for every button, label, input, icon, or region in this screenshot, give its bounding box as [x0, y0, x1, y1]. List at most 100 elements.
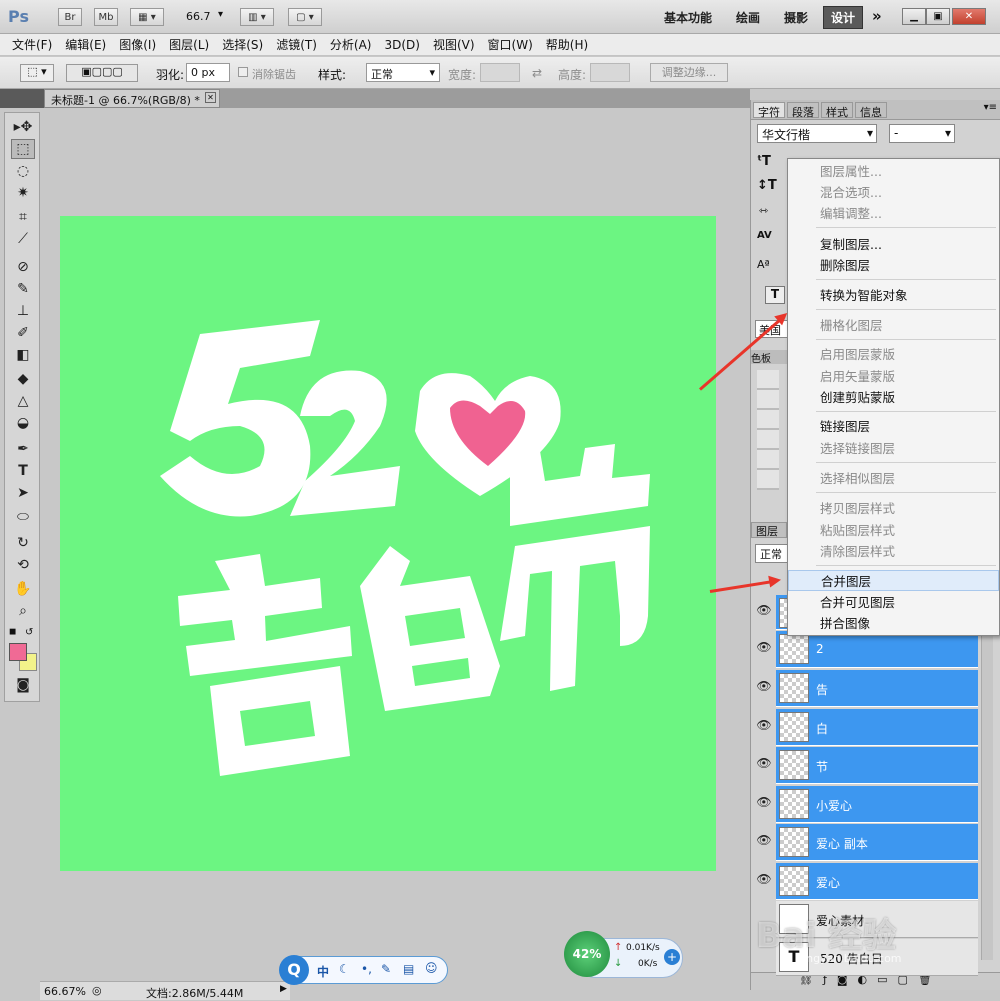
zoom-tool-icon[interactable]: ⌕ [11, 601, 35, 621]
feather-input[interactable]: 0 px [186, 63, 230, 82]
tab-info[interactable]: 信息 [855, 102, 887, 119]
status-arrow-icon[interactable]: ▶ [280, 984, 287, 994]
visibility-eye-icon[interactable]: 👁 [754, 795, 774, 815]
3d-rotate-tool-icon[interactable]: ↻ [11, 533, 35, 553]
menu-select[interactable]: 选择(S) [222, 36, 263, 53]
menu-image[interactable]: 图像(I) [119, 36, 156, 53]
menu-item-create-clipping-mask[interactable]: 创建剪贴蒙版 [788, 387, 999, 408]
workspace-design[interactable]: 设计 [823, 6, 864, 29]
faux-bold-button[interactable]: T [765, 286, 785, 304]
status-zoom[interactable]: 66.67% [44, 985, 86, 998]
layer-row[interactable]: 爱心 副本 [776, 824, 978, 861]
default-colors-icon[interactable]: ◼ [9, 627, 19, 637]
close-icon[interactable]: ✕ [952, 8, 986, 25]
tool-preset-picker[interactable]: ⬚ ▾ [20, 64, 54, 82]
quick-mask-icon[interactable]: ◙ [11, 675, 35, 695]
visibility-eye-icon[interactable]: 👁 [754, 833, 774, 853]
maximize-icon[interactable]: ▣ [926, 8, 950, 25]
menu-item-merge-visible[interactable]: 合并可见图层 [788, 592, 999, 613]
tab-layers[interactable]: 图层 [751, 522, 787, 538]
zoom-level[interactable]: 66.7 [186, 10, 211, 23]
more-workspaces-icon[interactable]: » [872, 7, 882, 25]
history-brush-tool-icon[interactable]: ✐ [11, 323, 35, 343]
menu-analysis[interactable]: 分析(A) [330, 36, 372, 53]
screen-mode-button[interactable]: ▢ ▾ [288, 8, 322, 26]
layer-row[interactable]: 白 [776, 709, 978, 746]
minimize-icon[interactable]: ▁ [902, 8, 926, 25]
layer-row[interactable]: 2 [776, 631, 978, 668]
swap-colors-icon[interactable]: ↺ [25, 627, 33, 638]
paint-bucket-tool-icon[interactable]: ◆ [11, 369, 35, 389]
3d-orbit-tool-icon[interactable]: ⟲ [11, 555, 35, 575]
ime-logo-icon[interactable]: Q [279, 955, 309, 985]
type-tool-icon[interactable]: T [11, 461, 35, 481]
blend-mode-select[interactable]: 正常 [755, 544, 791, 563]
selection-mode-buttons[interactable]: ▣▢▢▢ [66, 64, 138, 82]
menu-edit[interactable]: 编辑(E) [65, 36, 106, 53]
visibility-eye-icon[interactable]: 👁 [754, 756, 774, 776]
swatch-column[interactable] [757, 370, 779, 490]
layer-row[interactable]: 节 [776, 747, 978, 784]
ime-moon-icon[interactable]: ☾ [339, 962, 350, 976]
ime-smiley-icon[interactable]: ☺ [425, 961, 438, 975]
clone-stamp-tool-icon[interactable]: ⊥ [11, 301, 35, 321]
blur-tool-icon[interactable]: △ [11, 391, 35, 411]
ime-clipboard-icon[interactable]: ▤ [403, 962, 414, 976]
pen-tool-icon[interactable]: ✒ [11, 439, 35, 459]
path-selection-tool-icon[interactable]: ➤ [11, 483, 35, 503]
visibility-eye-icon[interactable]: 👁 [754, 603, 774, 623]
foreground-color-swatch[interactable] [9, 643, 27, 661]
workspace-photography[interactable]: 摄影 [784, 9, 808, 26]
menu-window[interactable]: 窗口(W) [488, 36, 533, 53]
menu-help[interactable]: 帮助(H) [546, 36, 588, 53]
lasso-tool-icon[interactable]: ◌ [11, 161, 35, 181]
move-tool-icon[interactable]: ▸✥ [11, 117, 35, 137]
marquee-tool-icon[interactable]: ⬚ [11, 139, 35, 159]
menu-filter[interactable]: 滤镜(T) [276, 36, 317, 53]
document-tab[interactable]: 未标题-1 @ 66.7%(RGB/8) * ✕ [44, 89, 220, 108]
ellipse-tool-icon[interactable]: ⬭ [11, 507, 35, 527]
arrange-documents-button[interactable]: ▥ ▾ [240, 8, 274, 26]
menu-item-link-layers[interactable]: 链接图层 [788, 416, 999, 437]
ime-wrench-icon[interactable]: ✎ [381, 962, 391, 976]
menu-item-merge-layers[interactable]: 合并图层 [788, 570, 999, 591]
swatches-tab[interactable]: 色板 [751, 350, 787, 365]
menu-item-flatten-image[interactable]: 拼合图像 [788, 613, 999, 634]
tab-character[interactable]: 字符 [753, 102, 785, 119]
bridge-button[interactable]: Br [58, 8, 82, 26]
workspace-painting[interactable]: 绘画 [736, 9, 760, 26]
brush-tool-icon[interactable]: ✎ [11, 279, 35, 299]
add-icon[interactable]: + [664, 949, 680, 965]
view-extras-button[interactable]: ▦ ▾ [130, 8, 164, 26]
menu-view[interactable]: 视图(V) [433, 36, 475, 53]
font-family-select[interactable]: 华文行楷 ▾ [757, 124, 877, 143]
eraser-tool-icon[interactable]: ◧ [11, 345, 35, 365]
zoom-dropdown-icon[interactable]: ▾ [218, 9, 223, 20]
tab-paragraph[interactable]: 段落 [787, 102, 819, 119]
antialias-checkbox[interactable] [238, 67, 248, 77]
visibility-eye-icon[interactable]: 👁 [754, 640, 774, 660]
minibridge-button[interactable]: Mb [94, 8, 118, 26]
menu-item-convert-smart-object[interactable]: 转换为智能对象 [788, 285, 999, 306]
hand-tool-icon[interactable]: ✋ [11, 579, 35, 599]
layer-row[interactable]: 爱心 [776, 863, 978, 900]
healing-brush-tool-icon[interactable]: ⊘ [11, 257, 35, 277]
dodge-tool-icon[interactable]: ◒ [11, 413, 35, 433]
close-document-icon[interactable]: ✕ [205, 92, 216, 103]
panel-menu-icon[interactable]: ▾≡ [984, 102, 997, 113]
visibility-eye-icon[interactable]: 👁 [754, 718, 774, 738]
layer-row[interactable]: 告 [776, 670, 978, 707]
status-info-icon[interactable]: ◎ [92, 984, 102, 997]
font-style-select[interactable]: - ▾ [889, 124, 955, 143]
menu-item-delete-layer[interactable]: 删除图层 [788, 255, 999, 276]
eyedropper-tool-icon[interactable]: ⟋ [11, 229, 35, 249]
menu-3d[interactable]: 3D(D) [384, 38, 419, 52]
ime-chinese-mode[interactable]: 中 [317, 963, 329, 980]
layers-scrollbar[interactable] [981, 590, 993, 960]
menu-file[interactable]: 文件(F) [12, 36, 52, 53]
ime-punct-icon[interactable]: •, [361, 962, 372, 976]
tab-styles[interactable]: 样式 [821, 102, 853, 119]
menu-item-duplicate-layer[interactable]: 复制图层... [788, 234, 999, 255]
visibility-eye-icon[interactable]: 👁 [754, 872, 774, 892]
workspace-essentials[interactable]: 基本功能 [664, 9, 712, 26]
